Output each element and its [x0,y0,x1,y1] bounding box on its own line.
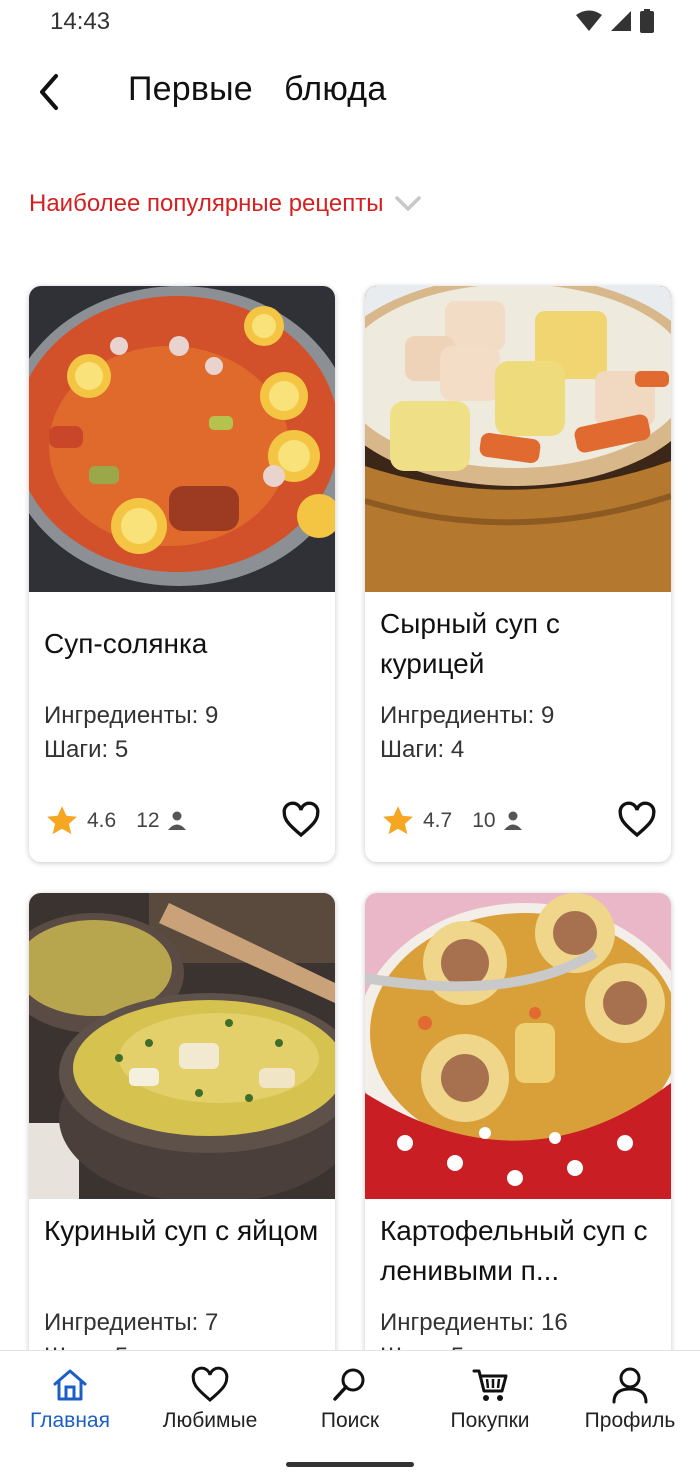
heart-icon [618,801,656,838]
rating: 4.7 10 [381,804,524,838]
recipe-ingredients: Ингредиенты: 7 [44,1309,219,1336]
recipe-title: Суп-солянка [44,628,208,659]
search-icon [333,1368,365,1401]
recipe-ingredients: Ингредиенты: 16 [380,1309,568,1336]
recipe-image-potato-soup [365,893,671,1199]
home-icon [53,1369,87,1401]
rating-value: 4.7 [423,809,453,832]
sort-filter-dropdown[interactable]: Наиболее популярные рецепты [29,190,422,218]
nav-favorites[interactable]: Любимые [140,1365,280,1433]
app-bar: Первые блюда [0,60,700,124]
nav-shopping-label: Покупки [450,1409,530,1432]
wifi-icon [576,10,602,31]
page-title: Первые блюда [128,70,387,108]
signal-icon [611,11,631,31]
person-icon [612,1367,648,1404]
favorite-button[interactable] [617,800,657,840]
nav-profile[interactable]: Профиль [560,1365,700,1433]
status-icons [576,9,654,33]
recipe-title: Картофельный суп с ленивыми п... [380,1215,648,1286]
home-indicator[interactable] [286,1462,414,1467]
nav-home-label: Главная [30,1409,110,1432]
recipe-ingredients: Ингредиенты: 9 [44,702,219,729]
recipe-card[interactable]: Суп-солянка Ингредиенты: 9 Шаги: 5 4.6 1… [29,286,335,862]
star-icon [383,806,413,835]
nav-profile-label: Профиль [584,1409,676,1432]
rating: 4.6 12 [45,804,188,838]
heart-icon [191,1366,229,1402]
recipe-image-chicken-egg-soup [29,893,335,1199]
recipe-title: Куриный суп с яйцом [44,1215,319,1246]
review-count: 10 [472,809,496,832]
status-bar: 14:43 [0,0,700,46]
recipe-footer: 4.7 10 [381,800,661,844]
nav-favorites-label: Любимые [162,1409,258,1432]
recipe-image-cheese-soup [365,286,671,592]
bottom-navigation: Главная Любимые Поиск Покупки Профиль [0,1350,700,1479]
nav-shopping[interactable]: Покупки [420,1365,560,1433]
status-time: 14:43 [50,8,111,35]
nav-search[interactable]: Поиск [280,1365,420,1433]
nav-home[interactable]: Главная [0,1365,140,1433]
cart-icon [472,1369,508,1401]
sort-filter-label: Наиболее популярные рецепты [29,190,384,217]
heart-icon [282,801,320,838]
back-button[interactable] [28,70,72,114]
person-small-icon [167,811,186,830]
back-arrow-icon [40,74,58,110]
recipe-steps: Шаги: 4 [380,736,465,763]
recipe-steps: Шаги: 5 [44,736,129,763]
star-icon [47,806,77,835]
recipe-card[interactable]: Сырный суп с курицей Ингредиенты: 9 Шаги… [365,286,671,862]
review-count: 12 [136,809,160,832]
recipe-title: Сырный суп с курицей [380,608,560,679]
rating-value: 4.6 [87,809,117,832]
battery-icon [640,9,654,33]
chevron-down-icon [395,196,422,211]
nav-search-label: Поиск [320,1409,380,1432]
recipe-image-solyanka [29,286,335,592]
person-small-icon [503,811,522,830]
favorite-button[interactable] [281,800,321,840]
recipe-ingredients: Ингредиенты: 9 [380,702,555,729]
recipe-footer: 4.6 12 [45,800,325,844]
